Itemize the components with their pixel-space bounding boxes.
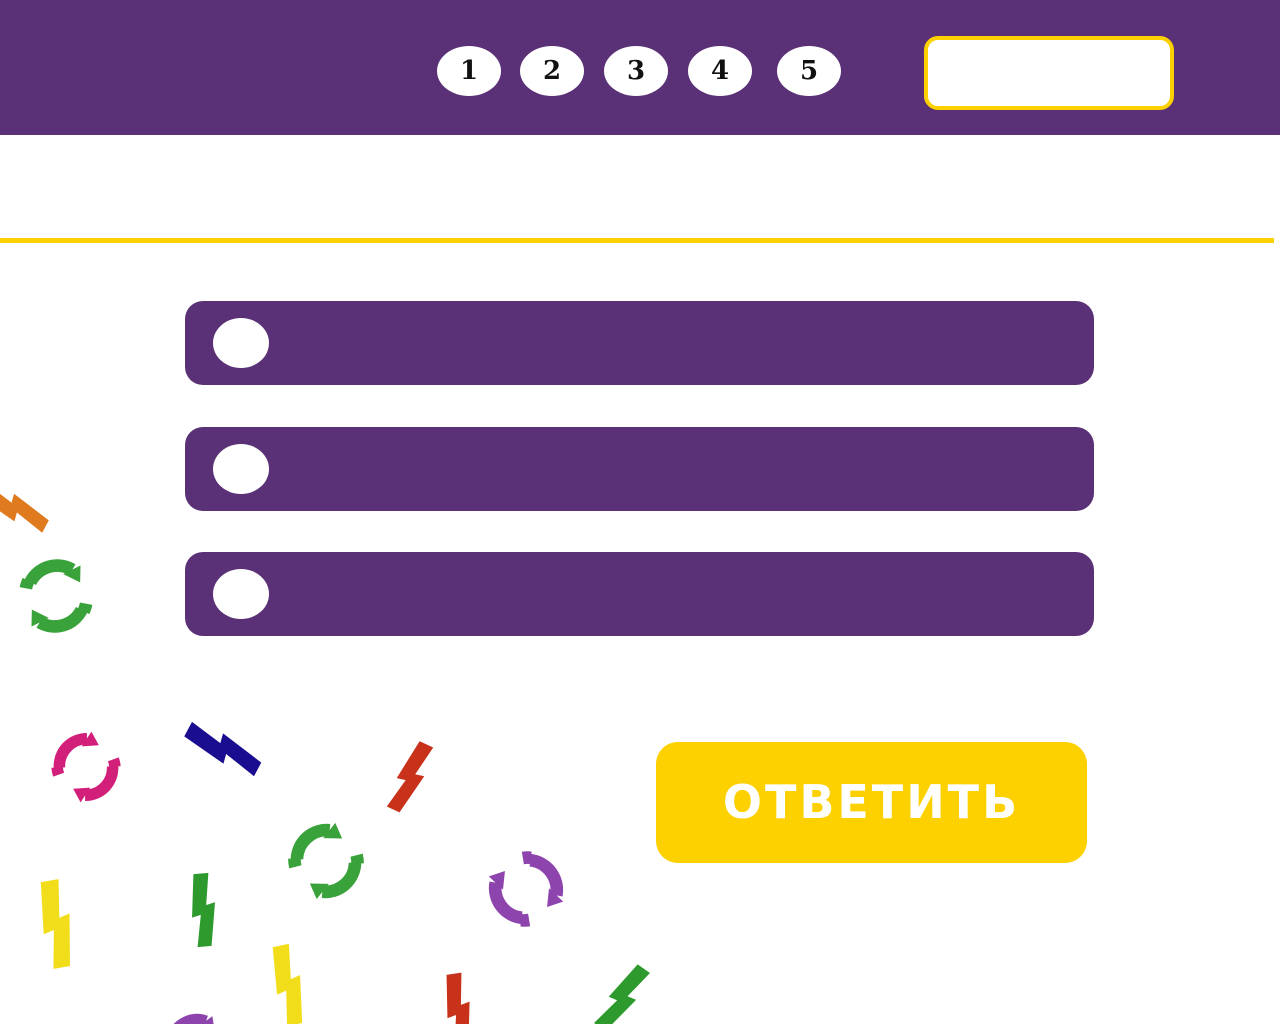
radio-circle[interactable] [213,444,269,494]
radio-circle[interactable] [213,318,269,368]
radio-circle[interactable] [213,569,269,619]
answer-option-2[interactable] [185,427,1094,511]
score-box [924,36,1174,110]
lightning-bolt-icon [0,480,52,536]
quiz-page: 1 2 3 4 5 ОТВЕТИТЬ [0,0,1280,1024]
step-5-button[interactable]: 5 [777,46,841,96]
answer-option-1[interactable] [185,301,1094,385]
step-2-button[interactable]: 2 [520,46,584,96]
answer-option-3[interactable] [185,552,1094,636]
lightning-bolt-icon [591,961,653,1024]
submit-answer-button[interactable]: ОТВЕТИТЬ [656,742,1087,863]
lightning-bolt-icon [441,972,476,1024]
question-text [0,135,1280,240]
lightning-bolt-icon [267,942,310,1024]
lightning-bolt-icon [188,872,219,948]
step-1-button[interactable]: 1 [437,46,501,96]
refresh-ring-icon [20,558,93,634]
refresh-ring-icon [488,853,564,926]
refresh-ring-icon [169,1017,223,1024]
divider-line [0,238,1274,243]
lightning-bolt-icon [384,739,437,816]
lightning-bolt-icon [181,718,265,779]
step-3-button[interactable]: 3 [604,46,668,96]
refresh-ring-icon [287,821,364,901]
step-4-button[interactable]: 4 [688,46,752,96]
lightning-bolt-icon [34,878,79,970]
refresh-ring-icon [49,729,123,806]
top-bar: 1 2 3 4 5 [0,0,1280,135]
